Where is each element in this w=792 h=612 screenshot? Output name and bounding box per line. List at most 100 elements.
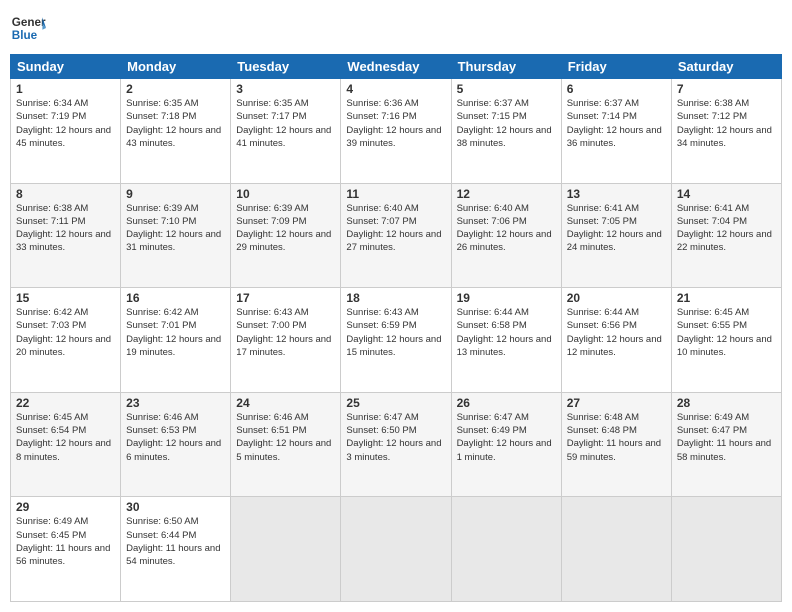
- day-info: Sunrise: 6:41 AMSunset: 7:05 PMDaylight:…: [567, 202, 666, 255]
- day-number: 14: [677, 187, 776, 201]
- calendar-empty: [451, 497, 561, 602]
- calendar-day-17: 17Sunrise: 6:43 AMSunset: 7:00 PMDayligh…: [231, 288, 341, 393]
- day-info: Sunrise: 6:40 AMSunset: 7:06 PMDaylight:…: [457, 202, 556, 255]
- day-info: Sunrise: 6:35 AMSunset: 7:17 PMDaylight:…: [236, 97, 335, 150]
- day-info: Sunrise: 6:46 AMSunset: 6:53 PMDaylight:…: [126, 411, 225, 464]
- day-info: Sunrise: 6:48 AMSunset: 6:48 PMDaylight:…: [567, 411, 666, 464]
- day-info: Sunrise: 6:44 AMSunset: 6:58 PMDaylight:…: [457, 306, 556, 359]
- day-number: 30: [126, 500, 225, 514]
- calendar-day-29: 29Sunrise: 6:49 AMSunset: 6:45 PMDayligh…: [11, 497, 121, 602]
- day-number: 20: [567, 291, 666, 305]
- calendar-day-20: 20Sunrise: 6:44 AMSunset: 6:56 PMDayligh…: [561, 288, 671, 393]
- day-info: Sunrise: 6:42 AMSunset: 7:03 PMDaylight:…: [16, 306, 115, 359]
- calendar-day-27: 27Sunrise: 6:48 AMSunset: 6:48 PMDayligh…: [561, 392, 671, 497]
- day-info: Sunrise: 6:40 AMSunset: 7:07 PMDaylight:…: [346, 202, 445, 255]
- calendar-day-5: 5Sunrise: 6:37 AMSunset: 7:15 PMDaylight…: [451, 79, 561, 184]
- calendar-week-4: 22Sunrise: 6:45 AMSunset: 6:54 PMDayligh…: [11, 392, 782, 497]
- calendar-day-6: 6Sunrise: 6:37 AMSunset: 7:14 PMDaylight…: [561, 79, 671, 184]
- calendar-page: General Blue SundayMondayTuesdayWednesda…: [0, 0, 792, 612]
- day-info: Sunrise: 6:44 AMSunset: 6:56 PMDaylight:…: [567, 306, 666, 359]
- day-info: Sunrise: 6:50 AMSunset: 6:44 PMDaylight:…: [126, 515, 225, 568]
- day-info: Sunrise: 6:41 AMSunset: 7:04 PMDaylight:…: [677, 202, 776, 255]
- day-number: 4: [346, 82, 445, 96]
- calendar-day-18: 18Sunrise: 6:43 AMSunset: 6:59 PMDayligh…: [341, 288, 451, 393]
- calendar-day-7: 7Sunrise: 6:38 AMSunset: 7:12 PMDaylight…: [671, 79, 781, 184]
- day-info: Sunrise: 6:47 AMSunset: 6:50 PMDaylight:…: [346, 411, 445, 464]
- day-info: Sunrise: 6:46 AMSunset: 6:51 PMDaylight:…: [236, 411, 335, 464]
- calendar-header-row: SundayMondayTuesdayWednesdayThursdayFrid…: [11, 55, 782, 79]
- day-info: Sunrise: 6:43 AMSunset: 6:59 PMDaylight:…: [346, 306, 445, 359]
- day-info: Sunrise: 6:36 AMSunset: 7:16 PMDaylight:…: [346, 97, 445, 150]
- calendar-header-thursday: Thursday: [451, 55, 561, 79]
- calendar-empty: [671, 497, 781, 602]
- calendar-header-wednesday: Wednesday: [341, 55, 451, 79]
- calendar-table: SundayMondayTuesdayWednesdayThursdayFrid…: [10, 54, 782, 602]
- logo-icon: General Blue: [10, 10, 46, 46]
- day-number: 8: [16, 187, 115, 201]
- day-number: 24: [236, 396, 335, 410]
- day-number: 16: [126, 291, 225, 305]
- calendar-day-3: 3Sunrise: 6:35 AMSunset: 7:17 PMDaylight…: [231, 79, 341, 184]
- day-number: 12: [457, 187, 556, 201]
- calendar-day-30: 30Sunrise: 6:50 AMSunset: 6:44 PMDayligh…: [121, 497, 231, 602]
- day-info: Sunrise: 6:38 AMSunset: 7:11 PMDaylight:…: [16, 202, 115, 255]
- calendar-day-16: 16Sunrise: 6:42 AMSunset: 7:01 PMDayligh…: [121, 288, 231, 393]
- day-info: Sunrise: 6:49 AMSunset: 6:47 PMDaylight:…: [677, 411, 776, 464]
- calendar-week-1: 1Sunrise: 6:34 AMSunset: 7:19 PMDaylight…: [11, 79, 782, 184]
- day-number: 11: [346, 187, 445, 201]
- day-number: 10: [236, 187, 335, 201]
- calendar-day-28: 28Sunrise: 6:49 AMSunset: 6:47 PMDayligh…: [671, 392, 781, 497]
- calendar-header-tuesday: Tuesday: [231, 55, 341, 79]
- day-number: 22: [16, 396, 115, 410]
- day-info: Sunrise: 6:45 AMSunset: 6:54 PMDaylight:…: [16, 411, 115, 464]
- calendar-day-15: 15Sunrise: 6:42 AMSunset: 7:03 PMDayligh…: [11, 288, 121, 393]
- day-number: 19: [457, 291, 556, 305]
- day-number: 15: [16, 291, 115, 305]
- day-info: Sunrise: 6:39 AMSunset: 7:10 PMDaylight:…: [126, 202, 225, 255]
- calendar-day-25: 25Sunrise: 6:47 AMSunset: 6:50 PMDayligh…: [341, 392, 451, 497]
- day-number: 2: [126, 82, 225, 96]
- day-number: 13: [567, 187, 666, 201]
- calendar-day-13: 13Sunrise: 6:41 AMSunset: 7:05 PMDayligh…: [561, 183, 671, 288]
- day-number: 21: [677, 291, 776, 305]
- calendar-day-1: 1Sunrise: 6:34 AMSunset: 7:19 PMDaylight…: [11, 79, 121, 184]
- calendar-header-monday: Monday: [121, 55, 231, 79]
- calendar-header-saturday: Saturday: [671, 55, 781, 79]
- day-number: 29: [16, 500, 115, 514]
- calendar-empty: [341, 497, 451, 602]
- day-number: 3: [236, 82, 335, 96]
- day-info: Sunrise: 6:37 AMSunset: 7:14 PMDaylight:…: [567, 97, 666, 150]
- calendar-empty: [561, 497, 671, 602]
- calendar-day-9: 9Sunrise: 6:39 AMSunset: 7:10 PMDaylight…: [121, 183, 231, 288]
- calendar-day-19: 19Sunrise: 6:44 AMSunset: 6:58 PMDayligh…: [451, 288, 561, 393]
- header: General Blue: [10, 10, 782, 46]
- calendar-day-10: 10Sunrise: 6:39 AMSunset: 7:09 PMDayligh…: [231, 183, 341, 288]
- calendar-week-5: 29Sunrise: 6:49 AMSunset: 6:45 PMDayligh…: [11, 497, 782, 602]
- day-info: Sunrise: 6:34 AMSunset: 7:19 PMDaylight:…: [16, 97, 115, 150]
- calendar-header-friday: Friday: [561, 55, 671, 79]
- day-number: 9: [126, 187, 225, 201]
- day-number: 7: [677, 82, 776, 96]
- calendar-day-12: 12Sunrise: 6:40 AMSunset: 7:06 PMDayligh…: [451, 183, 561, 288]
- calendar-day-23: 23Sunrise: 6:46 AMSunset: 6:53 PMDayligh…: [121, 392, 231, 497]
- day-number: 26: [457, 396, 556, 410]
- day-number: 25: [346, 396, 445, 410]
- day-info: Sunrise: 6:35 AMSunset: 7:18 PMDaylight:…: [126, 97, 225, 150]
- calendar-header-sunday: Sunday: [11, 55, 121, 79]
- calendar-day-22: 22Sunrise: 6:45 AMSunset: 6:54 PMDayligh…: [11, 392, 121, 497]
- day-info: Sunrise: 6:38 AMSunset: 7:12 PMDaylight:…: [677, 97, 776, 150]
- day-info: Sunrise: 6:39 AMSunset: 7:09 PMDaylight:…: [236, 202, 335, 255]
- calendar-week-3: 15Sunrise: 6:42 AMSunset: 7:03 PMDayligh…: [11, 288, 782, 393]
- svg-text:Blue: Blue: [12, 29, 38, 42]
- calendar-day-26: 26Sunrise: 6:47 AMSunset: 6:49 PMDayligh…: [451, 392, 561, 497]
- day-info: Sunrise: 6:42 AMSunset: 7:01 PMDaylight:…: [126, 306, 225, 359]
- day-number: 6: [567, 82, 666, 96]
- day-info: Sunrise: 6:37 AMSunset: 7:15 PMDaylight:…: [457, 97, 556, 150]
- calendar-empty: [231, 497, 341, 602]
- calendar-day-14: 14Sunrise: 6:41 AMSunset: 7:04 PMDayligh…: [671, 183, 781, 288]
- calendar-day-21: 21Sunrise: 6:45 AMSunset: 6:55 PMDayligh…: [671, 288, 781, 393]
- day-number: 1: [16, 82, 115, 96]
- logo: General Blue: [10, 10, 46, 46]
- day-number: 5: [457, 82, 556, 96]
- calendar-day-2: 2Sunrise: 6:35 AMSunset: 7:18 PMDaylight…: [121, 79, 231, 184]
